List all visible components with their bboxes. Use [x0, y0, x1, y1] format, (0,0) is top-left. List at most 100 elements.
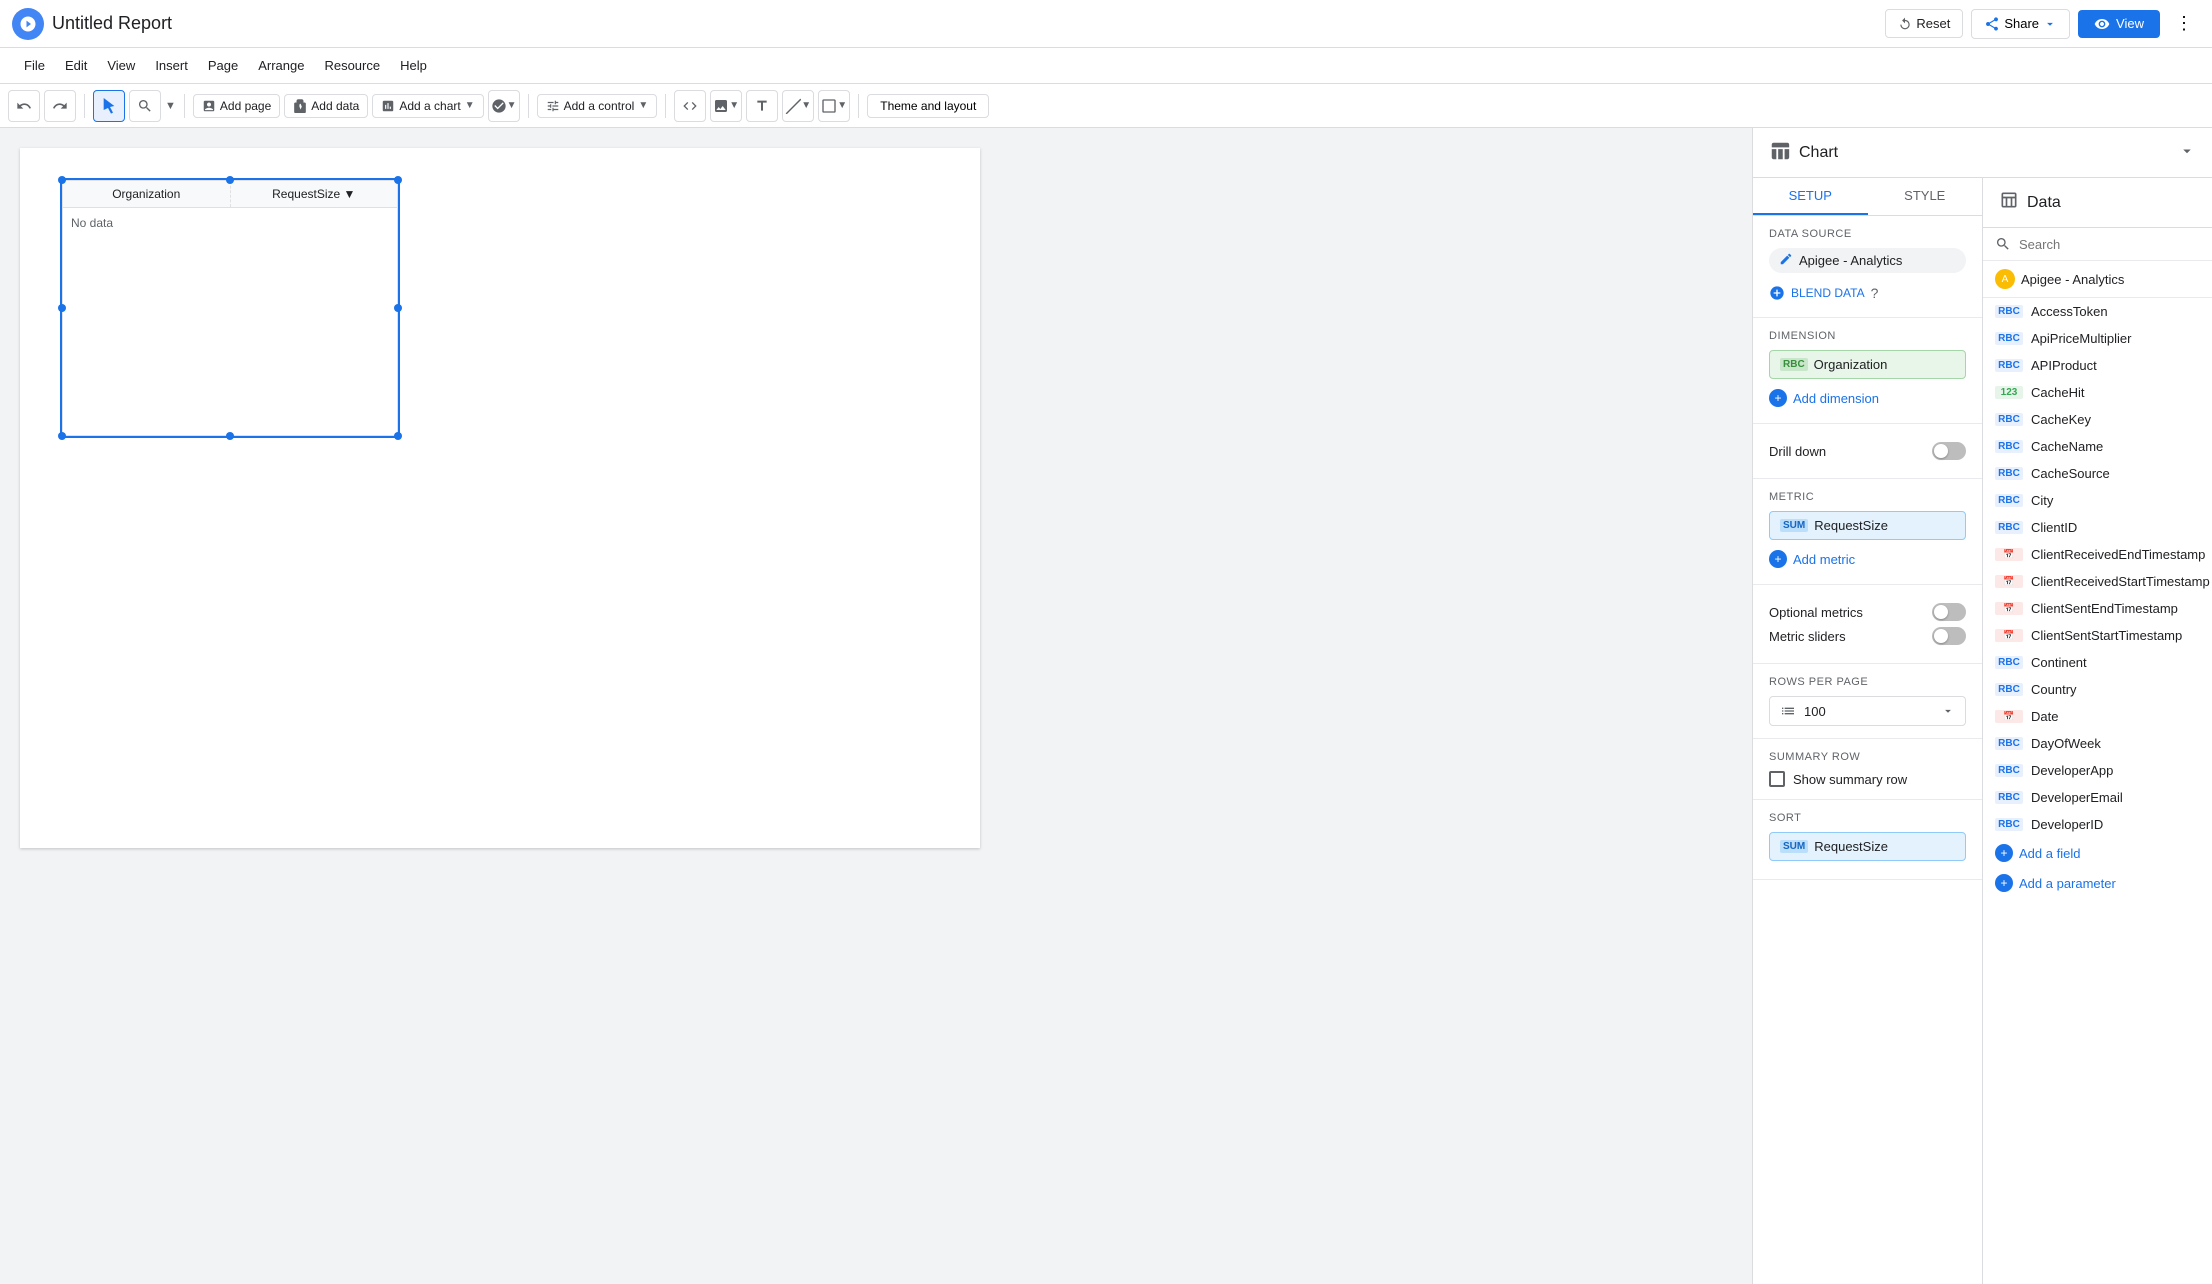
line-button[interactable]: ▼: [782, 90, 814, 122]
field-DeveloperID[interactable]: RBC DeveloperID: [1983, 811, 2212, 838]
blend-data-button[interactable]: BLEND DATA ?: [1769, 281, 1966, 305]
more-options-button[interactable]: ⋮: [2168, 8, 2200, 40]
drill-down-toggle[interactable]: [1932, 442, 1966, 460]
text-button[interactable]: [746, 90, 778, 122]
field-ClientSentEndTimestamp[interactable]: 📅 ClientSentEndTimestamp: [1983, 595, 2212, 622]
field-ClientID[interactable]: RBC ClientID: [1983, 514, 2212, 541]
field-badge-rbc: RBC: [1995, 413, 2023, 426]
metric-field[interactable]: SUM RequestSize: [1769, 511, 1966, 540]
data-panel: Data A Apigee - Analytics RBC AccessToke…: [1983, 178, 2212, 1284]
panel-tabs: SETUP STYLE: [1753, 178, 1982, 216]
field-badge-rbc: RBC: [1995, 467, 2023, 480]
image-button[interactable]: ▼: [710, 90, 742, 122]
toolbar: ▼ Add page Add data Add a chart ▼ ▼ Add …: [0, 84, 2212, 128]
field-APIProduct[interactable]: RBC APIProduct: [1983, 352, 2212, 379]
menu-resource[interactable]: Resource: [316, 54, 388, 77]
drill-down-knob: [1934, 444, 1948, 458]
field-badge-rbc: RBC: [1995, 683, 2023, 696]
resize-handle-ml[interactable]: [58, 304, 66, 312]
menu-edit[interactable]: Edit: [57, 54, 95, 77]
field-CacheKey[interactable]: RBC CacheKey: [1983, 406, 2212, 433]
add-control-button[interactable]: Add a control ▼: [537, 94, 658, 118]
resize-handle-tr[interactable]: [394, 176, 402, 184]
menu-view[interactable]: View: [99, 54, 143, 77]
field-ApiPriceMultiplier[interactable]: RBC ApiPriceMultiplier: [1983, 325, 2212, 352]
menu-file[interactable]: File: [16, 54, 53, 77]
add-dimension-button[interactable]: + Add dimension: [1769, 385, 1966, 411]
toolbar-sep3: [528, 94, 529, 118]
shape-button[interactable]: ▼: [818, 90, 850, 122]
field-ClientReceivedStartTimestamp[interactable]: 📅 ClientReceivedStartTimestamp: [1983, 568, 2212, 595]
code-button[interactable]: [674, 90, 706, 122]
reset-button[interactable]: Reset: [1885, 9, 1963, 38]
search-icon: [1995, 236, 2011, 252]
add-field-button[interactable]: + Add a field: [1983, 838, 2212, 868]
data-table-icon: [1999, 190, 2019, 215]
field-DayOfWeek[interactable]: RBC DayOfWeek: [1983, 730, 2212, 757]
summary-checkbox-box[interactable]: [1769, 771, 1785, 787]
edit-icon: [1779, 252, 1793, 269]
report-title[interactable]: Untitled Report: [52, 13, 172, 34]
field-Date[interactable]: 📅 Date: [1983, 703, 2212, 730]
undo-button[interactable]: [8, 90, 40, 122]
add-metric-button[interactable]: + Add metric: [1769, 546, 1966, 572]
data-panel-header: Data: [1983, 178, 2212, 228]
resize-handle-bl[interactable]: [58, 432, 66, 440]
field-CacheSource[interactable]: RBC CacheSource: [1983, 460, 2212, 487]
summary-row-label: Summary row: [1769, 751, 1966, 763]
tab-setup[interactable]: SETUP: [1753, 178, 1868, 215]
zoom-button[interactable]: [129, 90, 161, 122]
menu-arrange[interactable]: Arrange: [250, 54, 312, 77]
field-CacheHit[interactable]: 123 CacheHit: [1983, 379, 2212, 406]
show-summary-row-checkbox[interactable]: Show summary row: [1769, 771, 1966, 787]
zoom-dropdown-arrow[interactable]: ▼: [165, 100, 176, 112]
field-AccessToken[interactable]: RBC AccessToken: [1983, 298, 2212, 325]
menu-help[interactable]: Help: [392, 54, 435, 77]
chart-element[interactable]: Organization RequestSize ▼ No data: [60, 178, 400, 438]
expand-icon[interactable]: [2178, 142, 2196, 163]
resize-handle-br[interactable]: [394, 432, 402, 440]
tab-style[interactable]: STYLE: [1868, 178, 1983, 215]
redo-button[interactable]: [44, 90, 76, 122]
add-data-button[interactable]: Add data: [284, 94, 368, 118]
field-Country[interactable]: RBC Country: [1983, 676, 2212, 703]
optional-metrics-toggle[interactable]: [1932, 603, 1966, 621]
field-ClientReceivedEndTimestamp[interactable]: 📅 ClientReceivedEndTimestamp: [1983, 541, 2212, 568]
add-dimension-icon: +: [1769, 389, 1787, 407]
search-input[interactable]: [2019, 237, 2200, 252]
rows-per-page-select[interactable]: 100: [1769, 696, 1966, 726]
field-DeveloperEmail[interactable]: RBC DeveloperEmail: [1983, 784, 2212, 811]
right-panel-inner: SETUP STYLE Data source Apigee - Analyti…: [1753, 178, 2212, 1284]
resize-handle-mr[interactable]: [394, 304, 402, 312]
data-source-chip[interactable]: Apigee - Analytics: [1769, 248, 1966, 273]
image-arrow: ▼: [729, 100, 739, 111]
field-ClientSentStartTimestamp[interactable]: 📅 ClientSentStartTimestamp: [1983, 622, 2212, 649]
field-DeveloperApp[interactable]: RBC DeveloperApp: [1983, 757, 2212, 784]
menu-page[interactable]: Page: [200, 54, 246, 77]
add-parameter-button[interactable]: + Add a parameter: [1983, 868, 2212, 898]
field-badge-rbc: RBC: [1995, 359, 2023, 372]
data-source-section: Data source Apigee - Analytics BLEND DAT…: [1753, 216, 1982, 318]
field-Continent[interactable]: RBC Continent: [1983, 649, 2212, 676]
optional-metrics-section: Optional metrics Metric sliders: [1753, 585, 1982, 664]
sort-badge: SUM: [1780, 840, 1808, 853]
metric-sliders-toggle[interactable]: [1932, 627, 1966, 645]
theme-layout-button[interactable]: Theme and layout: [867, 94, 989, 118]
field-badge-rbc: RBC: [1995, 305, 2023, 318]
dimension-field[interactable]: RBC Organization: [1769, 350, 1966, 379]
chart-col-size: RequestSize ▼: [231, 181, 398, 207]
sort-field[interactable]: SUM RequestSize: [1769, 832, 1966, 861]
add-page-button[interactable]: Add page: [193, 94, 280, 118]
resize-handle-tc[interactable]: [226, 176, 234, 184]
add-chart-button[interactable]: Add a chart ▼: [372, 94, 483, 118]
menu-insert[interactable]: Insert: [147, 54, 196, 77]
resize-handle-bc[interactable]: [226, 432, 234, 440]
custom-viz-button[interactable]: ▼: [488, 90, 520, 122]
field-City[interactable]: RBC City: [1983, 487, 2212, 514]
select-tool[interactable]: [93, 90, 125, 122]
field-CacheName[interactable]: RBC CacheName: [1983, 433, 2212, 460]
resize-handle-tl[interactable]: [58, 176, 66, 184]
field-badge-rbc: RBC: [1995, 494, 2023, 507]
share-button[interactable]: Share: [1971, 9, 2070, 39]
view-button[interactable]: View: [2078, 10, 2160, 38]
